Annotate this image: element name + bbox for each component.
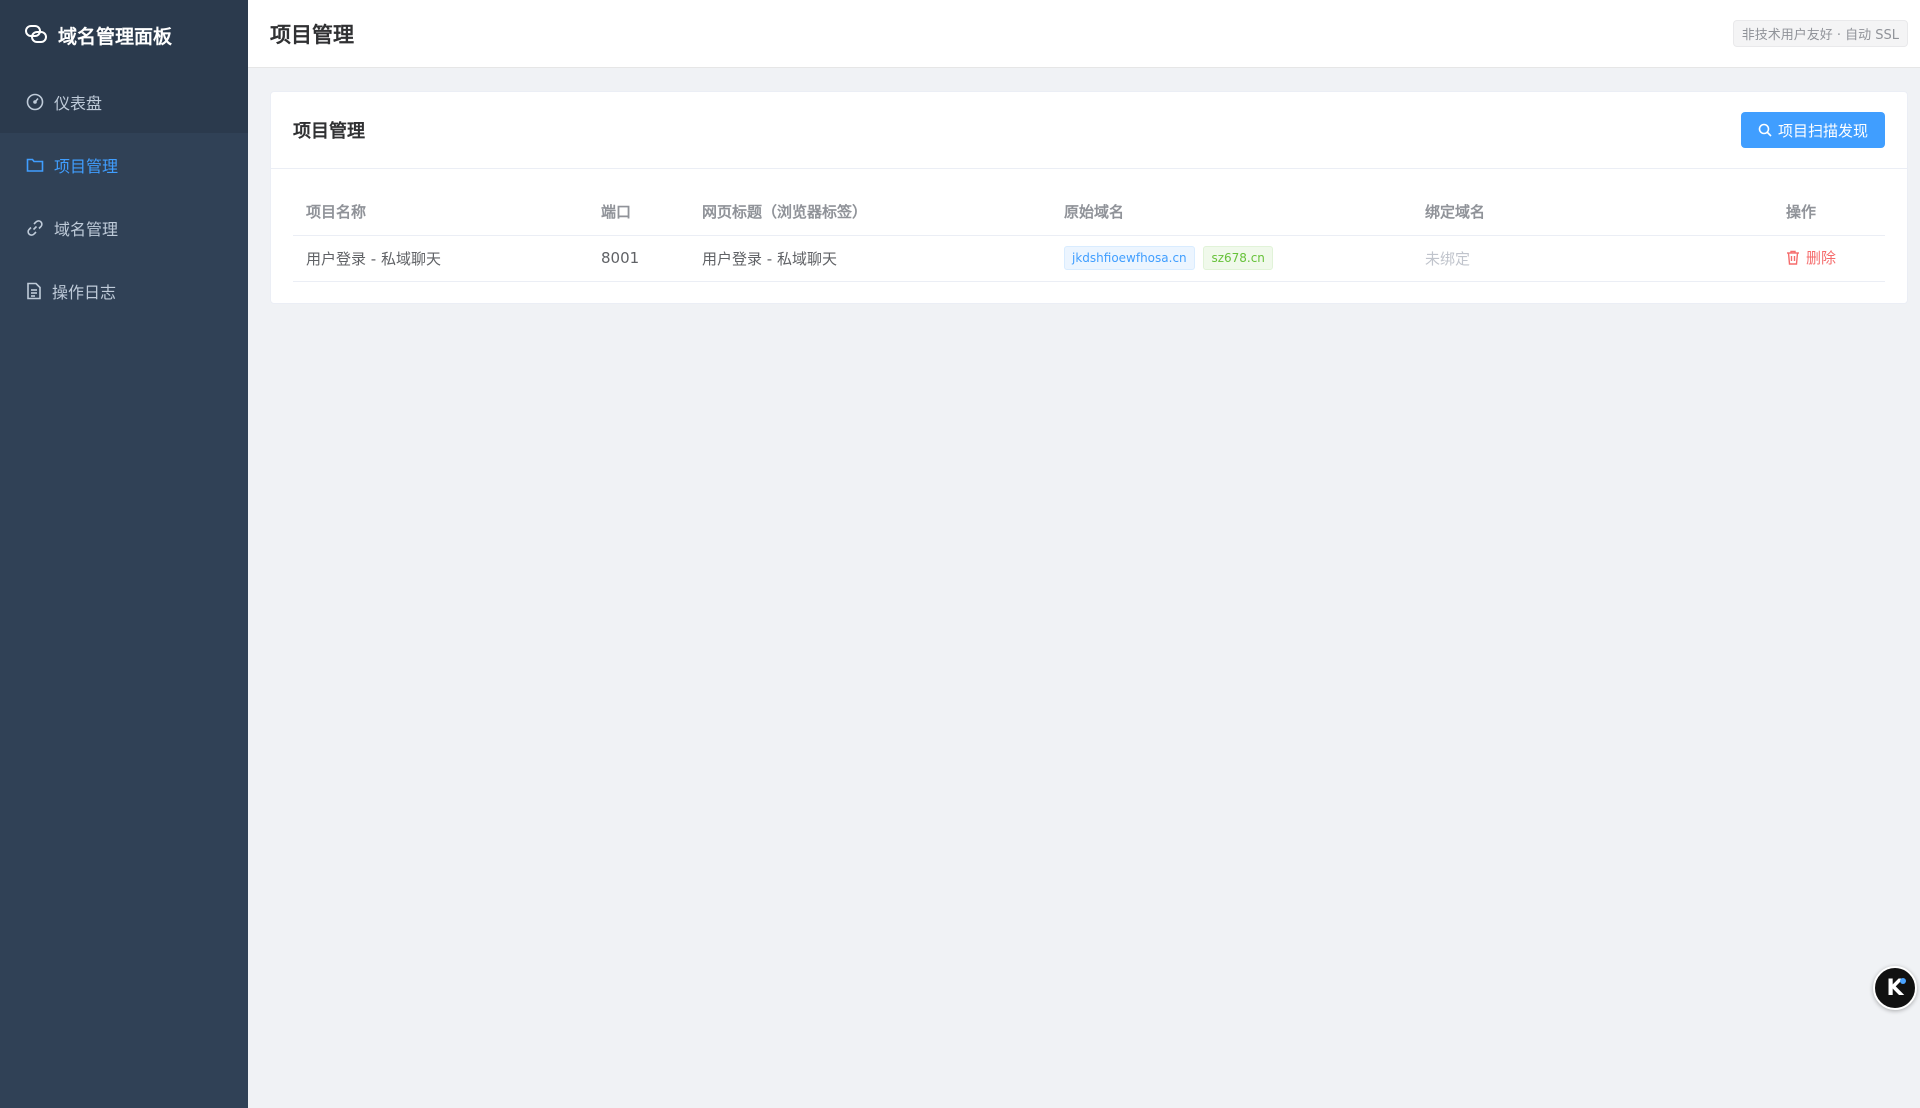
delete-button[interactable]: 删除 xyxy=(1786,247,1836,268)
chat-bubbles-icon xyxy=(24,24,48,46)
trash-icon xyxy=(1786,250,1800,265)
sidebar-item-label: 域名管理 xyxy=(54,219,119,239)
column-header-bound-domain: 绑定域名 xyxy=(1412,189,1773,236)
card-header: 项目管理 项目扫描发现 xyxy=(271,92,1907,169)
search-icon xyxy=(1758,123,1772,137)
projects-card: 项目管理 项目扫描发现 项目名称 端口 网页标题（浏览器标签） 原始域名 绑定域… xyxy=(270,91,1908,304)
cell-bound-domain: 未绑定 xyxy=(1412,235,1773,282)
folder-icon xyxy=(26,157,44,173)
document-icon xyxy=(26,282,42,300)
page-title: 项目管理 xyxy=(270,22,354,47)
projects-table: 项目名称 端口 网页标题（浏览器标签） 原始域名 绑定域名 操作 用户登录 - … xyxy=(293,189,1885,282)
cell-port: 8001 xyxy=(588,235,689,282)
delete-label: 删除 xyxy=(1806,249,1837,267)
domain-tag: jkdshfioewfhosa.cn xyxy=(1064,246,1195,270)
scan-button-label: 项目扫描发现 xyxy=(1777,121,1868,140)
cell-actions: 删除 xyxy=(1773,235,1885,282)
domain-tag: sz678.cn xyxy=(1203,246,1273,270)
column-header-original-domain: 原始域名 xyxy=(1051,189,1412,236)
column-header-name: 项目名称 xyxy=(293,189,588,236)
sidebar-item-logs[interactable]: 操作日志 xyxy=(0,259,248,322)
sidebar-item-domains[interactable]: 域名管理 xyxy=(0,196,248,259)
table-row: 用户登录 - 私域聊天 8001 用户登录 - 私域聊天 jkdshfioewf… xyxy=(293,235,1885,282)
sidebar: 域名管理面板 仪表盘 项目管理 域名管理 操作日志 xyxy=(0,0,248,1108)
sidebar-item-label: 项目管理 xyxy=(54,156,119,176)
brand: 域名管理面板 xyxy=(0,0,248,70)
column-header-page-title: 网页标题（浏览器标签） xyxy=(689,189,1051,236)
notification-dot xyxy=(1900,978,1906,984)
projects-table-wrap: 项目名称 端口 网页标题（浏览器标签） 原始域名 绑定域名 操作 用户登录 - … xyxy=(271,189,1907,282)
cell-page-title: 用户登录 - 私域聊天 xyxy=(689,235,1051,282)
table-header-row: 项目名称 端口 网页标题（浏览器标签） 原始域名 绑定域名 操作 xyxy=(293,189,1885,236)
sidebar-item-label: 仪表盘 xyxy=(54,93,103,113)
dashboard-icon xyxy=(26,93,44,111)
brand-title: 域名管理面板 xyxy=(58,25,173,48)
link-icon xyxy=(26,219,44,237)
sidebar-item-label: 操作日志 xyxy=(52,282,117,302)
column-header-actions: 操作 xyxy=(1773,189,1885,236)
cell-original-domains: jkdshfioewfhosa.cn sz678.cn xyxy=(1051,235,1412,282)
feature-badge: 非技术用户友好 · 自动 SSL xyxy=(1732,20,1908,47)
floating-assistant-button[interactable]: K xyxy=(1873,966,1917,1010)
topbar: 项目管理 非技术用户友好 · 自动 SSL xyxy=(248,0,1920,68)
cell-project-name: 用户登录 - 私域聊天 xyxy=(293,235,588,282)
card-title: 项目管理 xyxy=(293,121,365,142)
scan-projects-button[interactable]: 项目扫描发现 xyxy=(1740,112,1885,148)
column-header-port: 端口 xyxy=(588,189,689,236)
sidebar-item-dashboard[interactable]: 仪表盘 xyxy=(0,70,248,133)
sidebar-item-projects[interactable]: 项目管理 xyxy=(0,133,248,196)
